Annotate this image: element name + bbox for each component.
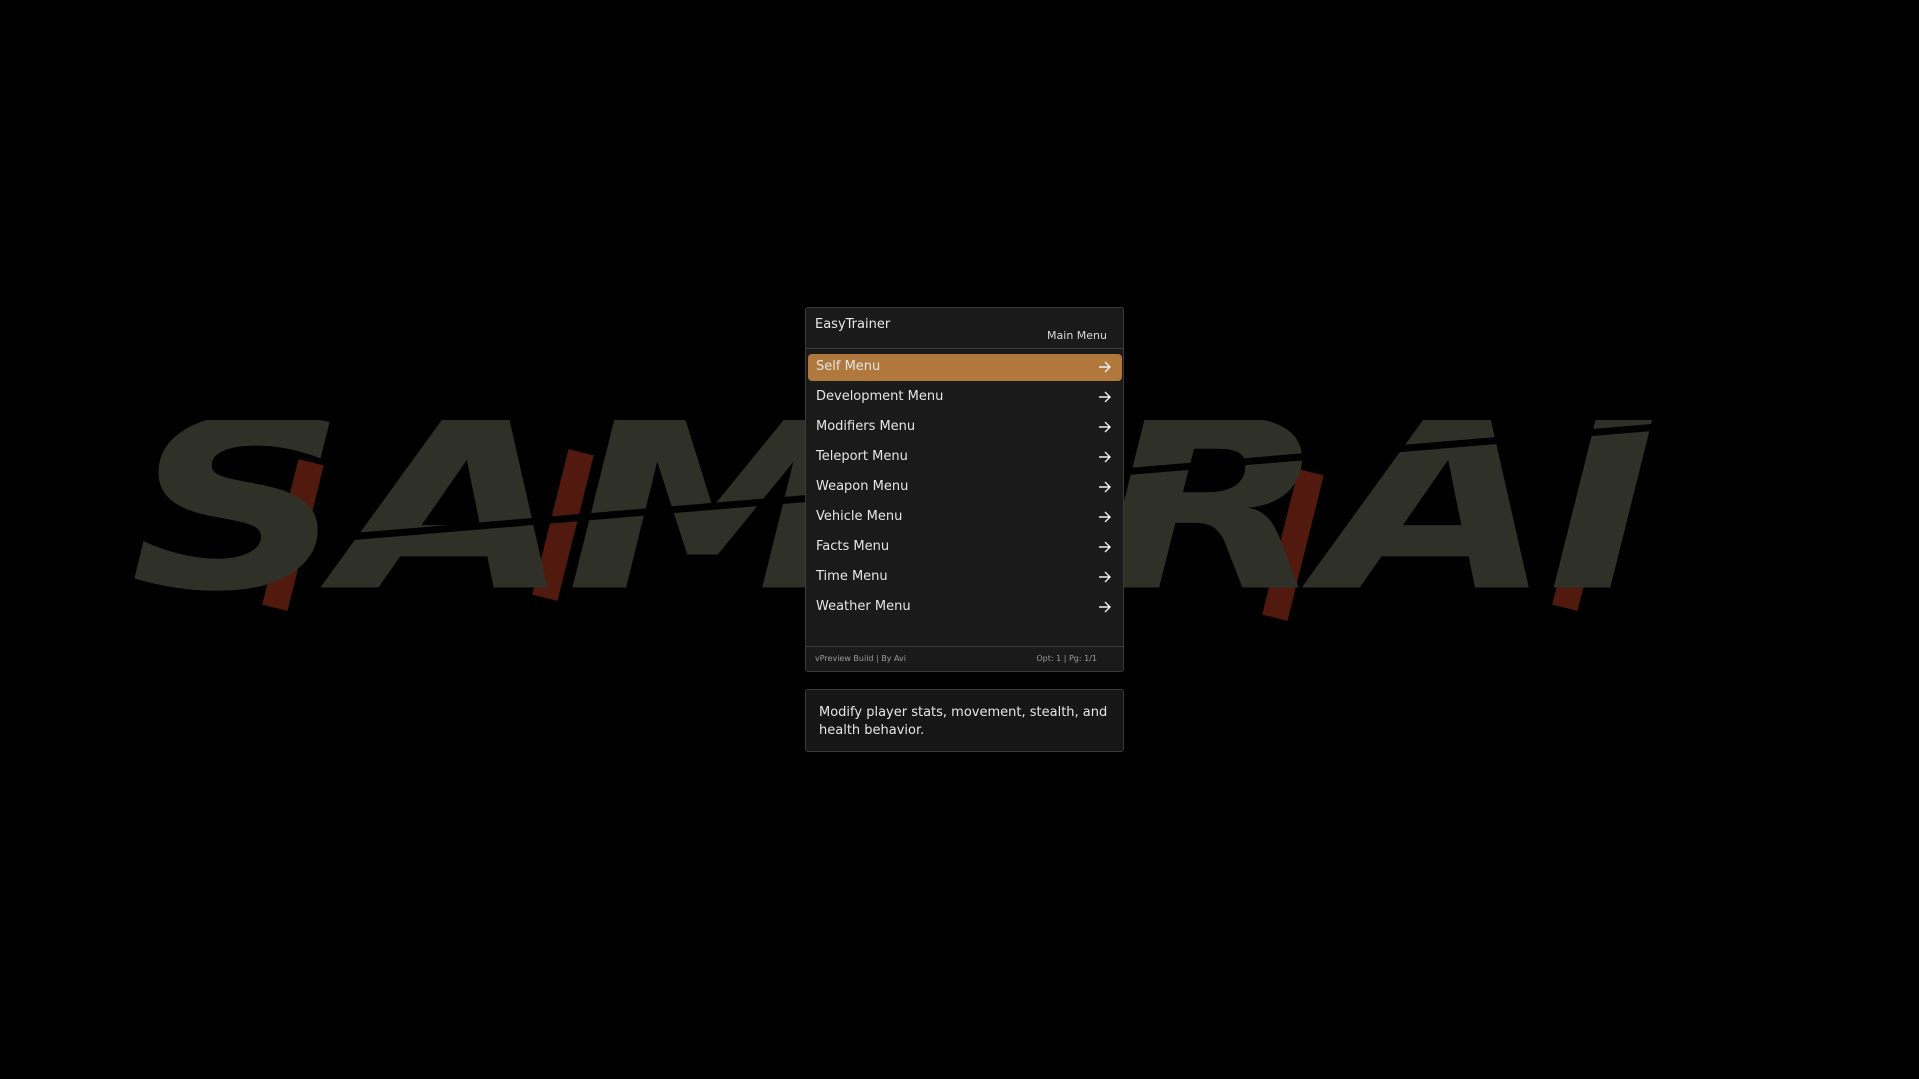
arrow-right-icon	[1099, 601, 1111, 613]
menu-item-label: Development Menu	[816, 389, 944, 404]
menu-item-time[interactable]: Time Menu	[808, 564, 1122, 591]
menu-item-self[interactable]: Self Menu	[808, 354, 1122, 381]
menu-subtitle: Main Menu	[1047, 329, 1107, 342]
option-page-indicator: Opt: 1 | Pg: 1/1	[1036, 654, 1097, 663]
menu-item-modifiers[interactable]: Modifiers Menu	[808, 414, 1122, 441]
menu-header: EasyTrainer Main Menu	[806, 308, 1123, 349]
arrow-right-icon	[1099, 541, 1111, 553]
description-text: Modify player stats, movement, stealth, …	[819, 705, 1108, 738]
menu-item-facts[interactable]: Facts Menu	[808, 534, 1122, 561]
description-box: Modify player stats, movement, stealth, …	[805, 689, 1124, 752]
menu-item-list: Self Menu Development Menu Modifiers Men…	[808, 354, 1122, 624]
arrow-right-icon	[1099, 571, 1111, 583]
arrow-right-icon	[1099, 481, 1111, 493]
menu-item-development[interactable]: Development Menu	[808, 384, 1122, 411]
menu-title: EasyTrainer	[815, 317, 891, 332]
menu-item-label: Self Menu	[816, 359, 881, 374]
menu-item-label: Time Menu	[816, 569, 888, 584]
arrow-right-icon	[1099, 361, 1111, 373]
menu-item-label: Weapon Menu	[816, 479, 909, 494]
menu-item-vehicle[interactable]: Vehicle Menu	[808, 504, 1122, 531]
arrow-right-icon	[1099, 391, 1111, 403]
menu-item-weather[interactable]: Weather Menu	[808, 594, 1122, 621]
arrow-right-icon	[1099, 451, 1111, 463]
game-screen: SAMURAI EasyTrainer Main Menu Self Menu …	[0, 0, 1919, 1079]
build-info: vPreview Build | By Avi	[815, 654, 907, 663]
menu-item-label: Weather Menu	[816, 599, 911, 614]
menu-item-label: Teleport Menu	[816, 449, 908, 464]
menu-footer: vPreview Build | By Avi Opt: 1 | Pg: 1/1	[806, 646, 1123, 671]
arrow-right-icon	[1099, 511, 1111, 523]
menu-item-weapon[interactable]: Weapon Menu	[808, 474, 1122, 501]
arrow-right-icon	[1099, 421, 1111, 433]
menu-item-label: Modifiers Menu	[816, 419, 916, 434]
trainer-menu-panel: EasyTrainer Main Menu Self Menu Developm…	[805, 307, 1124, 672]
menu-item-label: Vehicle Menu	[816, 509, 903, 524]
menu-item-label: Facts Menu	[816, 539, 890, 554]
menu-item-teleport[interactable]: Teleport Menu	[808, 444, 1122, 471]
